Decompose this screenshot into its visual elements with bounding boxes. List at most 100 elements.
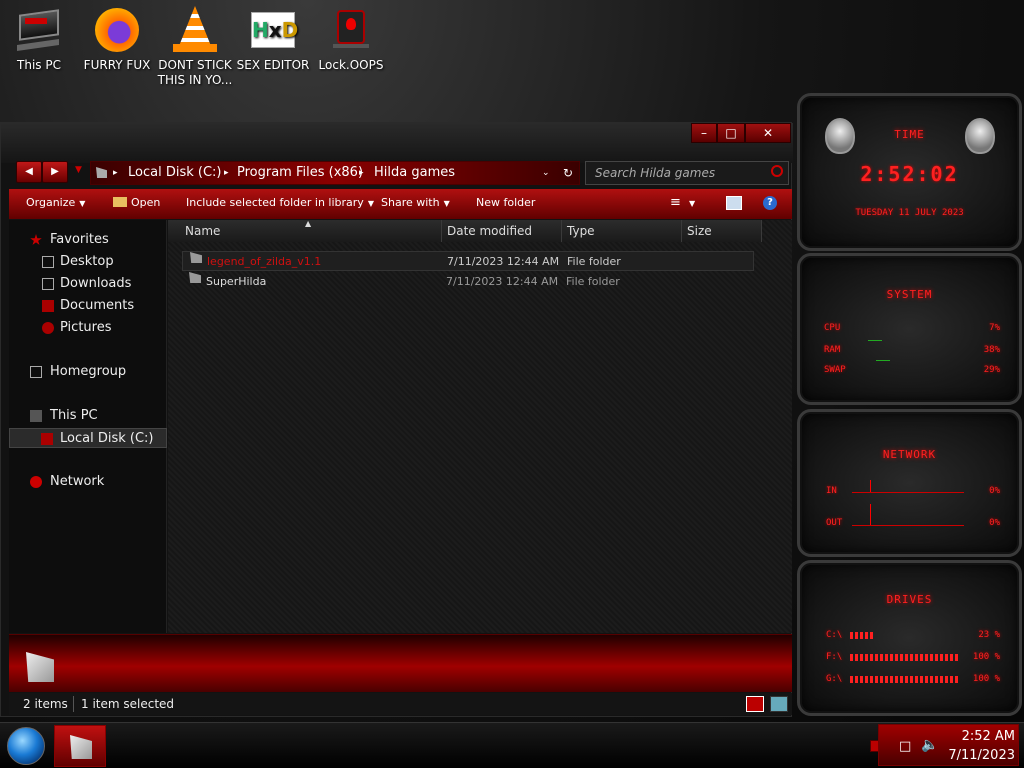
change-view-icon[interactable]: ≡ ▼ xyxy=(670,189,695,218)
network-icon xyxy=(30,476,42,488)
search-icon[interactable] xyxy=(771,165,783,177)
hxd-icon: HxD xyxy=(249,6,298,54)
network-gadget: NETWORK IN 0% OUT 0% xyxy=(797,409,1022,557)
nav-network[interactable]: Network xyxy=(9,472,167,492)
preview-pane-icon[interactable] xyxy=(726,196,742,210)
lock-app-icon xyxy=(327,6,375,54)
star-icon xyxy=(30,234,42,245)
column-header-size[interactable]: Size xyxy=(682,220,762,242)
firefox-icon xyxy=(93,6,141,54)
drives-title: DRIVES xyxy=(886,593,933,606)
nav-favorites[interactable]: Favorites xyxy=(9,230,167,250)
back-button[interactable]: ◀ xyxy=(16,161,42,183)
address-dropdown-icon[interactable]: ⌄ xyxy=(542,162,550,184)
forward-button[interactable]: ▶ xyxy=(42,161,68,183)
file-row[interactable]: SuperHilda 7/11/2023 12:44 AM File folde… xyxy=(182,272,754,292)
help-icon[interactable]: ? xyxy=(763,196,777,210)
desktop-icon-label: This PC xyxy=(17,58,61,72)
folder-icon xyxy=(96,167,107,178)
net-out-value: 0% xyxy=(989,518,1000,528)
share-with-button[interactable]: Share with ▼ xyxy=(381,189,450,218)
swap-value: 29% xyxy=(983,365,1000,375)
file-row[interactable]: legend_of_zilda_v1.1 7/11/2023 12:44 AM … xyxy=(182,251,754,271)
net-in-value: 0% xyxy=(989,486,1000,496)
desktop-icon-sex-editor[interactable]: HxD SEX EDITOR xyxy=(234,6,312,73)
desktop-icon-this-pc[interactable]: This PC xyxy=(0,6,78,73)
nav-documents[interactable]: Documents xyxy=(9,296,167,316)
status-bar: 2 items 1 item selected xyxy=(9,693,792,715)
title-bar[interactable]: – □ ✕ xyxy=(1,123,793,163)
taskbar-date[interactable]: 7/11/2023 xyxy=(939,748,1015,763)
desktop-icon xyxy=(42,256,54,268)
details-view-icon[interactable] xyxy=(746,696,764,712)
volume-icon[interactable]: 🔈 xyxy=(921,737,938,753)
maximize-button[interactable]: □ xyxy=(717,123,745,143)
desktop-icon-dont-stick[interactable]: DONT STICK THIS IN YO... xyxy=(156,6,234,88)
item-count: 2 items xyxy=(23,697,68,711)
open-button[interactable]: Open xyxy=(113,189,160,217)
computer-icon xyxy=(15,6,63,54)
desktop-icon-furry-fux[interactable]: FURRY FUX xyxy=(78,6,156,73)
nav-homegroup[interactable]: Homegroup xyxy=(9,362,167,382)
desktop-icon-lock-oops[interactable]: Lock.OOPS xyxy=(312,6,390,73)
column-header-date[interactable]: Date modified xyxy=(442,220,562,242)
taskbar-explorer-button[interactable] xyxy=(54,725,106,767)
breadcrumb-program-files[interactable]: Program Files (x86) xyxy=(237,162,363,184)
file-name: SuperHilda xyxy=(206,275,267,288)
organize-button[interactable]: Organize ▼ xyxy=(26,189,85,218)
file-type: File folder xyxy=(566,275,620,288)
nav-downloads[interactable]: Downloads xyxy=(9,274,167,294)
net-out-graph xyxy=(852,525,964,526)
command-toolbar: Organize ▼ Open Include selected folder i… xyxy=(9,189,792,219)
swap-label: SWAP xyxy=(824,365,846,375)
navigation-row: ◀ ▶ ▼ ▸ Local Disk (C:) ▸ Program Files … xyxy=(1,161,793,189)
address-bar[interactable]: ▸ Local Disk (C:) ▸ Program Files (x86) … xyxy=(90,161,580,185)
breadcrumb-local-disk[interactable]: Local Disk (C:) xyxy=(128,162,221,184)
close-button[interactable]: ✕ xyxy=(745,123,791,143)
file-list: Name ▲ Date modified Type Size legend_of_… xyxy=(168,219,792,633)
refresh-icon[interactable]: ↻ xyxy=(563,162,573,184)
net-in-spike xyxy=(870,480,871,492)
desktop-icon-label: DONT STICK THIS IN YO... xyxy=(157,58,233,87)
search-input[interactable]: Search Hilda games xyxy=(585,161,789,185)
breadcrumb-hilda-games[interactable]: Hilda games xyxy=(374,162,455,184)
desktop-icon-label: FURRY FUX xyxy=(83,58,151,72)
network-title: NETWORK xyxy=(882,448,937,461)
taskbar-time[interactable]: 2:52 AM xyxy=(939,729,1015,744)
gadget-clock: 2:52:02 xyxy=(860,162,959,186)
start-button[interactable] xyxy=(7,727,45,765)
large-icons-view-icon[interactable] xyxy=(770,696,788,712)
recent-locations-icon[interactable]: ▼ xyxy=(75,165,82,175)
time-title: TIME xyxy=(894,128,925,141)
net-out-spike xyxy=(870,504,871,525)
column-header-name[interactable]: Name ▲ xyxy=(168,219,442,242)
drive-g-label: G:\ xyxy=(826,674,843,684)
nav-local-disk[interactable]: Local Disk (C:) xyxy=(9,428,167,448)
ram-value: 38% xyxy=(983,345,1000,355)
drive-c-label: C:\ xyxy=(826,630,843,640)
cpu-label: CPU xyxy=(824,323,841,333)
nav-pictures[interactable]: Pictures xyxy=(9,318,167,338)
vlc-cone-icon xyxy=(171,6,219,54)
folder-thumbnail-icon xyxy=(26,652,54,682)
include-in-library-button[interactable]: Include selected folder in library ▼ xyxy=(186,189,374,218)
nav-this-pc[interactable]: This PC xyxy=(9,406,167,426)
drive-icon xyxy=(41,433,53,445)
minimize-button[interactable]: – xyxy=(691,123,717,143)
network-status-icon[interactable]: □ xyxy=(899,739,911,754)
drive-c-value: 23 % xyxy=(978,630,1000,640)
swap-graph-line xyxy=(876,360,890,361)
drives-gadget: DRIVES C:\ 23 % F:\ 100 % G:\ 100 % xyxy=(797,560,1022,716)
drive-g-bar xyxy=(850,676,958,683)
column-header-type[interactable]: Type xyxy=(562,220,682,242)
nav-desktop[interactable]: Desktop xyxy=(9,252,167,272)
explorer-window: – □ ✕ ◀ ▶ ▼ ▸ Local Disk (C:) ▸ Program … xyxy=(0,122,793,717)
file-date: 7/11/2023 12:44 AM xyxy=(446,275,559,288)
system-gadget: SYSTEM CPU 7% RAM 38% SWAP 29% xyxy=(797,253,1022,405)
navigation-pane: Favorites Desktop Downloads Documents Pi… xyxy=(9,220,167,633)
new-folder-button[interactable]: New folder xyxy=(476,189,535,217)
ram-label: RAM xyxy=(824,345,841,355)
open-folder-icon xyxy=(113,197,127,207)
homegroup-icon xyxy=(30,366,42,378)
computer-icon xyxy=(30,410,42,422)
